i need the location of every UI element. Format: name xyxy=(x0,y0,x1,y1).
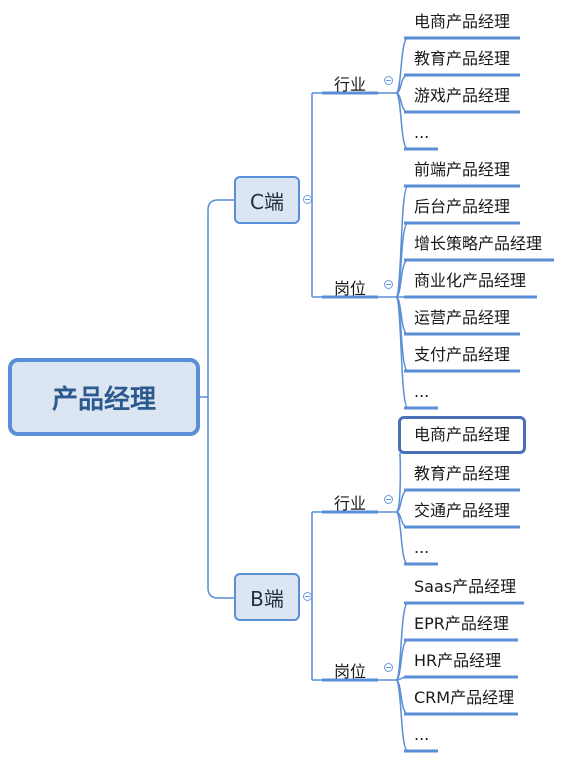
leaf-node[interactable]: 电商产品经理 xyxy=(414,10,510,34)
root-connector xyxy=(218,199,234,599)
root-connector xyxy=(207,199,219,599)
collapse-icon[interactable] xyxy=(384,280,393,289)
collapse-icon[interactable] xyxy=(384,76,393,85)
leaf-node[interactable]: Saas产品经理 xyxy=(414,575,516,599)
root-label: 产品经理 xyxy=(51,384,156,415)
leaf-node[interactable]: 商业化产品经理 xyxy=(414,269,526,293)
leaf-more[interactable]: ... xyxy=(414,536,429,560)
leaf-node[interactable]: 教育产品经理 xyxy=(414,462,510,486)
leaf-node[interactable]: CRM产品经理 xyxy=(414,686,514,710)
leaf-node[interactable]: 运营产品经理 xyxy=(414,306,510,330)
leaf-node[interactable]: 电商产品经理 xyxy=(398,416,527,454)
leaf-node[interactable]: 支付产品经理 xyxy=(414,343,510,367)
leaf-node[interactable]: EPR产品经理 xyxy=(414,612,509,636)
branch-node-b[interactable]: B端 xyxy=(234,573,300,621)
collapse-icon[interactable] xyxy=(303,592,312,601)
leaf-more[interactable]: ... xyxy=(414,380,429,404)
group-node[interactable]: 岗位 xyxy=(334,275,366,299)
collapse-icon[interactable] xyxy=(384,495,393,504)
branch-node-c[interactable]: C端 xyxy=(234,176,300,224)
leaf-node[interactable]: 增长策略产品经理 xyxy=(414,232,542,256)
leaf-more[interactable]: ... xyxy=(414,723,429,747)
leaf-node[interactable]: HR产品经理 xyxy=(414,649,501,673)
leaf-connector xyxy=(395,452,402,513)
leaf-node[interactable]: 前端产品经理 xyxy=(414,158,510,182)
branch-label: C端 xyxy=(250,189,284,214)
leaf-more[interactable]: ... xyxy=(414,121,429,145)
group-node[interactable]: 行业 xyxy=(334,71,366,95)
collapse-icon[interactable] xyxy=(303,195,312,204)
leaf-node[interactable]: 游戏产品经理 xyxy=(414,84,510,108)
leaf-node[interactable]: 交通产品经理 xyxy=(414,499,510,523)
group-node[interactable]: 岗位 xyxy=(334,658,366,682)
branch-label: B端 xyxy=(250,586,284,611)
collapse-icon[interactable] xyxy=(384,663,393,672)
group-node[interactable]: 行业 xyxy=(334,490,366,514)
leaf-node[interactable]: 教育产品经理 xyxy=(414,47,510,71)
root-node[interactable]: 产品经理 xyxy=(8,358,200,436)
leaf-node[interactable]: 后台产品经理 xyxy=(414,195,510,219)
